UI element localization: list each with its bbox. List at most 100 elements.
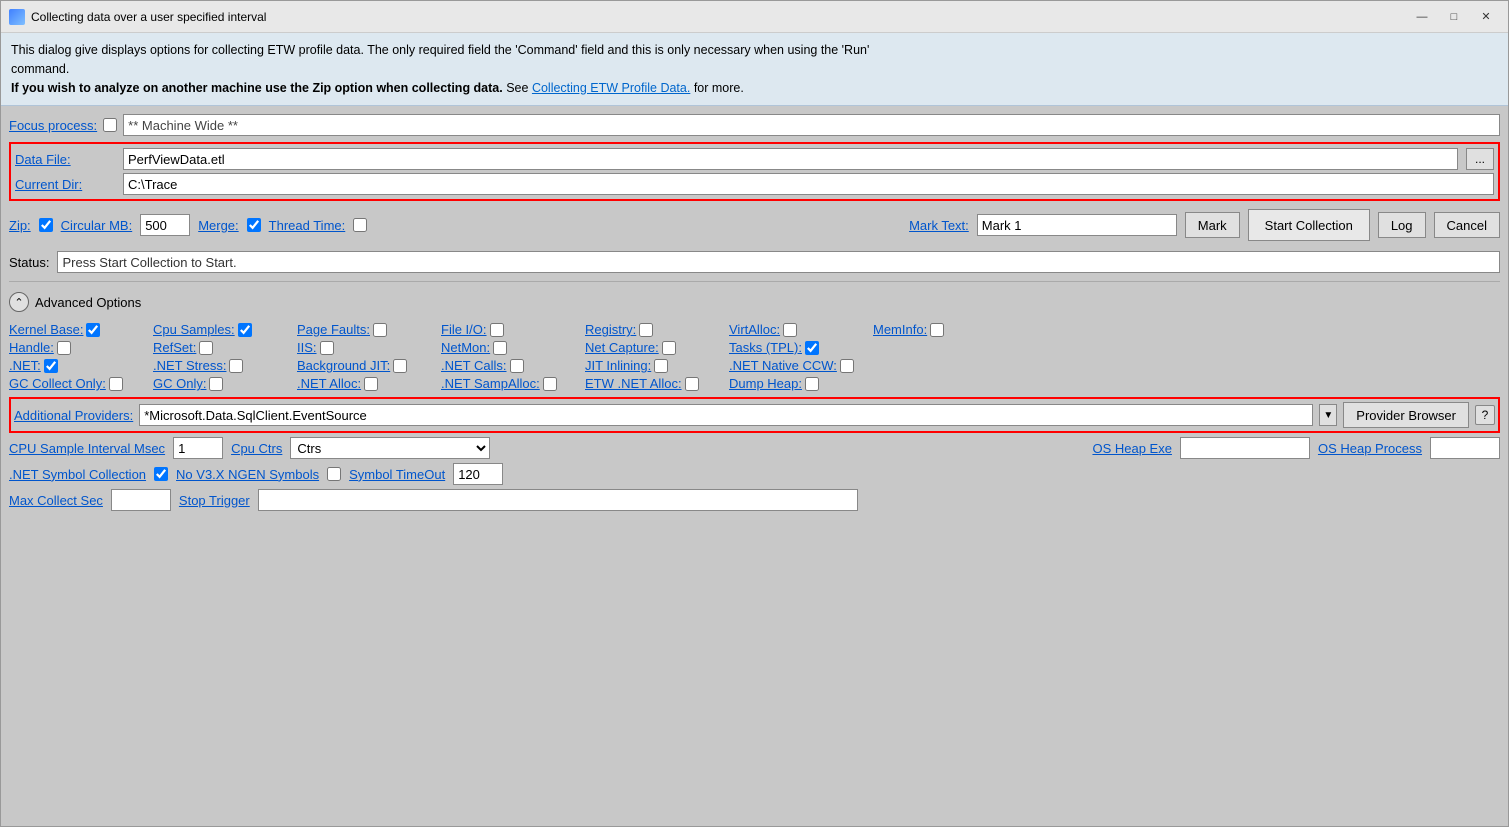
- symbol-timeout-input[interactable]: [453, 463, 503, 485]
- start-collection-button[interactable]: Start Collection: [1248, 209, 1370, 241]
- os-heap-process-input[interactable]: [1430, 437, 1500, 459]
- dotnet-stress-label[interactable]: .NET Stress:: [153, 358, 226, 373]
- current-dir-label[interactable]: Current Dir:: [15, 177, 115, 192]
- thread-time-checkbox[interactable]: [353, 218, 367, 232]
- help-button[interactable]: ?: [1475, 405, 1495, 425]
- log-button[interactable]: Log: [1378, 212, 1426, 238]
- refset-label[interactable]: RefSet:: [153, 340, 196, 355]
- netmon-checkbox[interactable]: [493, 341, 507, 355]
- data-file-label[interactable]: Data File:: [15, 152, 115, 167]
- net-symbol-collection-label[interactable]: .NET Symbol Collection: [9, 467, 146, 482]
- providers-dropdown-button[interactable]: ▼: [1319, 404, 1337, 426]
- circular-mb-label[interactable]: Circular MB:: [61, 218, 133, 233]
- dump-heap-checkbox[interactable]: [805, 377, 819, 391]
- cancel-button[interactable]: Cancel: [1434, 212, 1500, 238]
- dotnet-native-ccw-checkbox[interactable]: [840, 359, 854, 373]
- net-symbol-collection-checkbox[interactable]: [154, 467, 168, 481]
- virtalloc-checkbox[interactable]: [783, 323, 797, 337]
- cpu-ctrs-label[interactable]: Cpu Ctrs: [231, 441, 282, 456]
- no-v3x-checkbox[interactable]: [327, 467, 341, 481]
- cpu-ctrs-select[interactable]: Ctrs: [290, 437, 490, 459]
- minimize-button[interactable]: —: [1408, 7, 1436, 27]
- dotnet-checkbox[interactable]: [44, 359, 58, 373]
- jit-inlining-label[interactable]: JIT Inlining:: [585, 358, 651, 373]
- merge-label[interactable]: Merge:: [198, 218, 238, 233]
- cpu-sample-interval-input[interactable]: [173, 437, 223, 459]
- stop-trigger-label[interactable]: Stop Trigger: [179, 493, 250, 508]
- virtalloc-label[interactable]: VirtAlloc:: [729, 322, 780, 337]
- data-file-input[interactable]: [123, 148, 1458, 170]
- merge-checkbox[interactable]: [247, 218, 261, 232]
- refset-checkbox[interactable]: [199, 341, 213, 355]
- iis-checkbox[interactable]: [320, 341, 334, 355]
- focus-process-label[interactable]: Focus process:: [9, 118, 97, 133]
- zip-label[interactable]: Zip:: [9, 218, 31, 233]
- advanced-collapse-button[interactable]: ⌃: [9, 292, 29, 312]
- iis-label[interactable]: IIS:: [297, 340, 317, 355]
- cpu-sample-interval-label[interactable]: CPU Sample Interval Msec: [9, 441, 165, 456]
- background-jit-checkbox[interactable]: [393, 359, 407, 373]
- dotnet-label[interactable]: .NET:: [9, 358, 41, 373]
- jit-inlining-checkbox[interactable]: [654, 359, 668, 373]
- etw-dotnet-alloc-label[interactable]: ETW .NET Alloc:: [585, 376, 682, 391]
- file-io-checkbox[interactable]: [490, 323, 504, 337]
- page-faults-checkbox[interactable]: [373, 323, 387, 337]
- no-v3x-label[interactable]: No V3.X NGEN Symbols: [176, 467, 319, 482]
- cpu-samples-checkbox[interactable]: [238, 323, 252, 337]
- focus-process-checkbox[interactable]: [103, 118, 117, 132]
- stop-trigger-input[interactable]: [258, 489, 858, 511]
- gc-only-checkbox[interactable]: [209, 377, 223, 391]
- dotnet-sampalloc-checkbox[interactable]: [543, 377, 557, 391]
- dump-heap-label[interactable]: Dump Heap:: [729, 376, 802, 391]
- mark-text-input[interactable]: [977, 214, 1177, 236]
- current-dir-input[interactable]: [123, 173, 1494, 195]
- mark-text-label[interactable]: Mark Text:: [909, 218, 969, 233]
- max-collect-sec-label[interactable]: Max Collect Sec: [9, 493, 103, 508]
- net-capture-label[interactable]: Net Capture:: [585, 340, 659, 355]
- meminfo-checkbox[interactable]: [930, 323, 944, 337]
- tasks-tpl-label[interactable]: Tasks (TPL):: [729, 340, 802, 355]
- background-jit-label[interactable]: Background JIT:: [297, 358, 390, 373]
- dotnet-native-ccw-label[interactable]: .NET Native CCW:: [729, 358, 837, 373]
- handle-label[interactable]: Handle:: [9, 340, 54, 355]
- cpu-samples-label[interactable]: Cpu Samples:: [153, 322, 235, 337]
- meminfo-label[interactable]: MemInfo:: [873, 322, 927, 337]
- etw-profile-link[interactable]: Collecting ETW Profile Data.: [532, 81, 690, 95]
- close-button[interactable]: ✕: [1472, 7, 1500, 27]
- provider-browser-button[interactable]: Provider Browser: [1343, 402, 1469, 428]
- handle-checkbox[interactable]: [57, 341, 71, 355]
- os-heap-process-label[interactable]: OS Heap Process: [1318, 441, 1422, 456]
- thread-time-label[interactable]: Thread Time:: [269, 218, 346, 233]
- browse-button[interactable]: ...: [1466, 148, 1494, 170]
- os-heap-exe-label[interactable]: OS Heap Exe: [1092, 441, 1172, 456]
- os-heap-exe-input[interactable]: [1180, 437, 1310, 459]
- dotnet-sampalloc-label[interactable]: .NET SampAlloc:: [441, 376, 540, 391]
- tasks-tpl-checkbox[interactable]: [805, 341, 819, 355]
- symbol-timeout-label[interactable]: Symbol TimeOut: [349, 467, 445, 482]
- maximize-button[interactable]: □: [1440, 7, 1468, 27]
- file-io-label[interactable]: File I/O:: [441, 322, 487, 337]
- kernel-base-checkbox[interactable]: [86, 323, 100, 337]
- dotnet-alloc-checkbox[interactable]: [364, 377, 378, 391]
- dotnet-calls-label[interactable]: .NET Calls:: [441, 358, 507, 373]
- focus-process-input[interactable]: [123, 114, 1500, 136]
- registry-label[interactable]: Registry:: [585, 322, 636, 337]
- mark-button[interactable]: Mark: [1185, 212, 1240, 238]
- gc-collect-only-checkbox[interactable]: [109, 377, 123, 391]
- max-collect-sec-input[interactable]: [111, 489, 171, 511]
- page-faults-label[interactable]: Page Faults:: [297, 322, 370, 337]
- additional-providers-label[interactable]: Additional Providers:: [14, 408, 133, 423]
- netmon-label[interactable]: NetMon:: [441, 340, 490, 355]
- circular-mb-input[interactable]: [140, 214, 190, 236]
- dotnet-calls-checkbox[interactable]: [510, 359, 524, 373]
- gc-only-label[interactable]: GC Only:: [153, 376, 206, 391]
- dotnet-alloc-label[interactable]: .NET Alloc:: [297, 376, 361, 391]
- additional-providers-input[interactable]: [139, 404, 1313, 426]
- net-capture-checkbox[interactable]: [662, 341, 676, 355]
- kernel-base-label[interactable]: Kernel Base:: [9, 322, 83, 337]
- gc-collect-only-label[interactable]: GC Collect Only:: [9, 376, 106, 391]
- zip-checkbox[interactable]: [39, 218, 53, 232]
- registry-checkbox[interactable]: [639, 323, 653, 337]
- etw-dotnet-alloc-checkbox[interactable]: [685, 377, 699, 391]
- dotnet-stress-checkbox[interactable]: [229, 359, 243, 373]
